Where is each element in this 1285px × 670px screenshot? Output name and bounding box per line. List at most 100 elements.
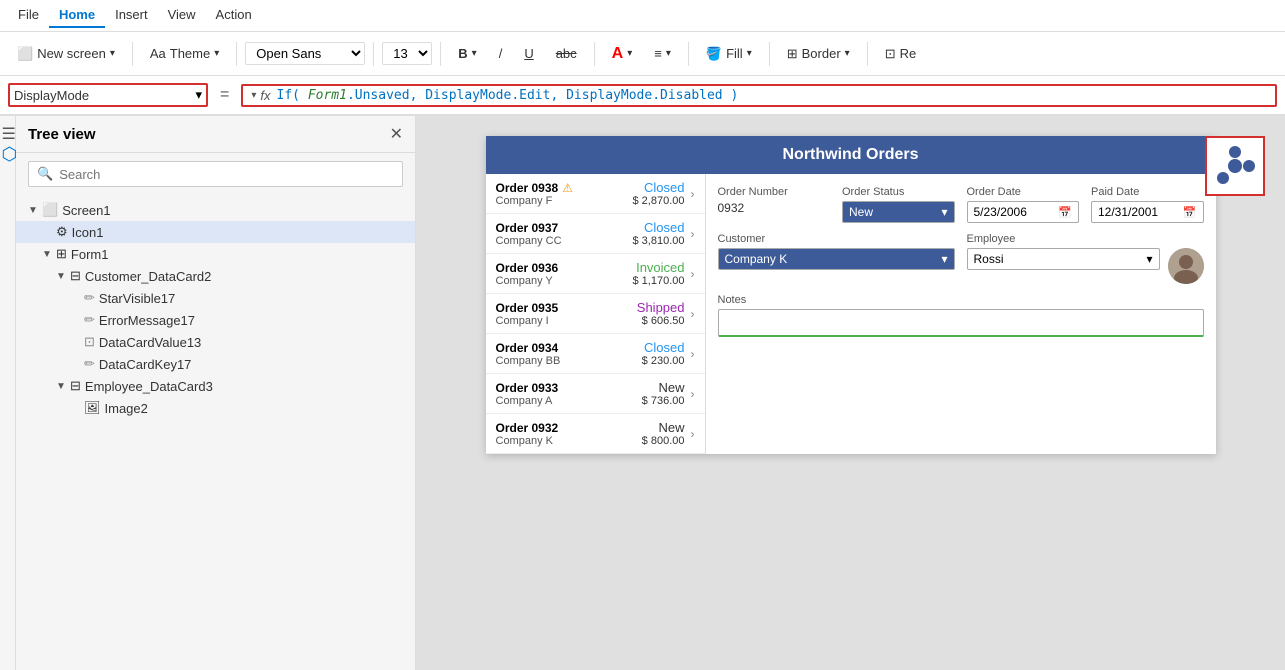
italic-button[interactable]: / xyxy=(490,41,512,66)
field-paid-date: Paid Date 12/31/2001 📅 xyxy=(1091,186,1204,223)
fx-label: fx xyxy=(260,88,270,103)
order-status-0932-list: New xyxy=(642,420,685,435)
label-employee: Employee xyxy=(967,233,1204,245)
menu-view[interactable]: View xyxy=(158,3,206,28)
order-chevron-0934[interactable]: › xyxy=(691,347,695,361)
warning-icon-0938: ⚠ xyxy=(562,181,573,195)
order-amount-0934: $ 230.00 xyxy=(642,355,685,367)
tree-item-employee-dc3[interactable]: ▼ ⊟ Employee_DataCard3 xyxy=(16,375,415,397)
label-order-status: Order Status xyxy=(842,186,955,198)
menu-insert[interactable]: Insert xyxy=(105,3,158,28)
tree-item-datacardvalue13[interactable]: ⊡ DataCardValue13 xyxy=(16,331,415,353)
tree-item-screen1[interactable]: ▼ ⬜ Screen1 xyxy=(16,199,415,221)
tree-label-form1: Form1 xyxy=(71,247,109,262)
image-icon: 🖼 xyxy=(84,400,101,416)
order-info-0935: Order 0935 Company I xyxy=(496,301,637,327)
tree-item-starvisible17[interactable]: ✏ StarVisible17 xyxy=(16,287,415,309)
order-row-0932[interactable]: Order 0932 Company K New $ 800.00 › xyxy=(486,414,705,454)
border-button[interactable]: ⊞ Border ▾ xyxy=(778,41,859,67)
close-icon[interactable]: ✕ xyxy=(390,124,403,144)
tree-item-errormessage17[interactable]: ✏ ErrorMessage17 xyxy=(16,309,415,331)
input-paid-date[interactable]: 12/31/2001 📅 xyxy=(1091,201,1204,223)
icon-overlay[interactable] xyxy=(1205,136,1265,196)
app-title: Northwind Orders xyxy=(782,146,918,163)
select-order-status[interactable]: New ▾ xyxy=(842,201,955,223)
order-chevron-0935[interactable]: › xyxy=(691,307,695,321)
property-select[interactable]: DisplayMode xyxy=(14,88,195,103)
order-chevron-0936[interactable]: › xyxy=(691,267,695,281)
collapse-arrow-screen1[interactable]: ▼ xyxy=(28,205,42,216)
tree-item-datacardkey17[interactable]: ✏ DataCardKey17 xyxy=(16,353,415,375)
value-order-number: 0932 xyxy=(718,201,831,215)
theme-button[interactable]: Aa Theme ▾ xyxy=(141,41,228,66)
separator-1 xyxy=(132,42,133,66)
font-color-button[interactable]: A ▾ xyxy=(603,40,642,68)
chevron-down-icon-2: ▾ xyxy=(214,48,219,59)
order-row-0937[interactable]: Order 0937 Company CC Closed $ 3,810.00 … xyxy=(486,214,705,254)
order-row-0938[interactable]: Order 0938 ⚠ Company F Closed $ 2,870.00… xyxy=(486,174,705,214)
menu-action[interactable]: Action xyxy=(206,3,262,28)
select-employee[interactable]: Rossi ▾ xyxy=(967,248,1160,270)
select-customer[interactable]: Company K ▾ xyxy=(718,248,955,270)
separator-7 xyxy=(769,42,770,66)
reorder-icon: ⊡ xyxy=(885,46,896,62)
formula-expand-icon[interactable]: ▾ xyxy=(251,90,256,101)
chevron-down-icon-3: ▾ xyxy=(472,48,477,59)
formula-bar: DisplayMode ▾ = ▾ fx If( Form1.Unsaved, … xyxy=(0,76,1285,116)
font-family-select[interactable]: Open Sans xyxy=(245,42,365,65)
order-row-0933[interactable]: Order 0933 Company A New $ 736.00 › xyxy=(486,374,705,414)
tree-item-icon1[interactable]: ⚙ Icon1 xyxy=(16,221,415,243)
edit-icon-key: ✏ xyxy=(84,356,95,372)
chevron-down-icon-4: ▾ xyxy=(627,48,632,59)
fill-icon: 🪣 xyxy=(706,46,722,62)
order-amount-0932: $ 800.00 xyxy=(642,435,685,447)
order-company-0938: Company F xyxy=(496,195,633,207)
font-size-select[interactable]: 13 xyxy=(382,42,432,65)
tree-item-customer-dc2[interactable]: ▼ ⊟ Customer_DataCard2 xyxy=(16,265,415,287)
order-chevron-0933[interactable]: › xyxy=(691,387,695,401)
formula-wrapper[interactable]: ▾ fx If( Form1.Unsaved, DisplayMode.Edit… xyxy=(241,84,1277,107)
app-preview: Northwind Orders Order 0938 ⚠ Company F xyxy=(486,136,1216,454)
order-info-0936: Order 0936 Company Y xyxy=(496,261,633,287)
new-screen-button[interactable]: ⬜ New screen ▾ xyxy=(8,41,124,67)
detail-row-2: Customer Company K ▾ Employee xyxy=(718,233,1204,284)
order-row-0934[interactable]: Order 0934 Company BB Closed $ 230.00 › xyxy=(486,334,705,374)
formula-text[interactable]: If( Form1.Unsaved, DisplayMode.Edit, Dis… xyxy=(277,88,739,103)
input-order-date[interactable]: 5/23/2006 📅 xyxy=(967,201,1080,223)
tree-item-form1[interactable]: ▼ ⊞ Form1 xyxy=(16,243,415,265)
order-chevron-0932[interactable]: › xyxy=(691,427,695,441)
menu-file[interactable]: File xyxy=(8,3,49,28)
separator-6 xyxy=(688,42,689,66)
input-notes[interactable] xyxy=(718,309,1204,337)
hamburger-icon[interactable]: ☰ xyxy=(2,124,14,136)
order-row-0935[interactable]: Order 0935 Company I Shipped $ 606.50 › xyxy=(486,294,705,334)
underline-button[interactable]: U xyxy=(515,41,542,66)
search-input[interactable] xyxy=(59,167,394,182)
order-amount-0933: $ 736.00 xyxy=(642,395,685,407)
layers-icon[interactable]: ⬡ xyxy=(2,144,14,156)
property-chevron-icon[interactable]: ▾ xyxy=(195,87,202,103)
detail-row-3: Notes xyxy=(718,294,1204,337)
calendar-icon-order-date: 📅 xyxy=(1058,206,1072,219)
order-chevron-0937[interactable]: › xyxy=(691,227,695,241)
order-row-0936[interactable]: Order 0936 Company Y Invoiced $ 1,170.00… xyxy=(486,254,705,294)
order-info-0938: Order 0938 ⚠ Company F xyxy=(496,181,633,207)
bold-button[interactable]: B ▾ xyxy=(449,41,485,66)
order-info-0932: Order 0932 Company K xyxy=(496,421,642,447)
order-chevron-0938[interactable]: › xyxy=(691,187,695,201)
strikethrough-button[interactable]: abc xyxy=(547,41,586,66)
collapse-arrow-form1[interactable]: ▼ xyxy=(42,249,56,260)
search-box[interactable]: 🔍 xyxy=(28,161,403,187)
fill-button[interactable]: 🪣 Fill ▾ xyxy=(697,41,761,67)
collapse-arrow-employee-dc3[interactable]: ▼ xyxy=(56,381,70,392)
menu-home[interactable]: Home xyxy=(49,3,105,28)
align-button[interactable]: ≡ ▾ xyxy=(645,41,680,66)
tree-item-image2[interactable]: 🖼 Image2 xyxy=(16,397,415,419)
collapse-arrow-customer-dc2[interactable]: ▼ xyxy=(56,271,70,282)
datacard-icon-2: ⊟ xyxy=(70,378,81,394)
icon-icon: ⚙ xyxy=(56,224,68,240)
tree-label-datacardkey17: DataCardKey17 xyxy=(99,357,192,372)
order-num-0934: Order 0934 xyxy=(496,341,642,355)
reorder-button[interactable]: ⊡ Re xyxy=(876,41,926,67)
tree-label-errormessage17: ErrorMessage17 xyxy=(99,313,195,328)
